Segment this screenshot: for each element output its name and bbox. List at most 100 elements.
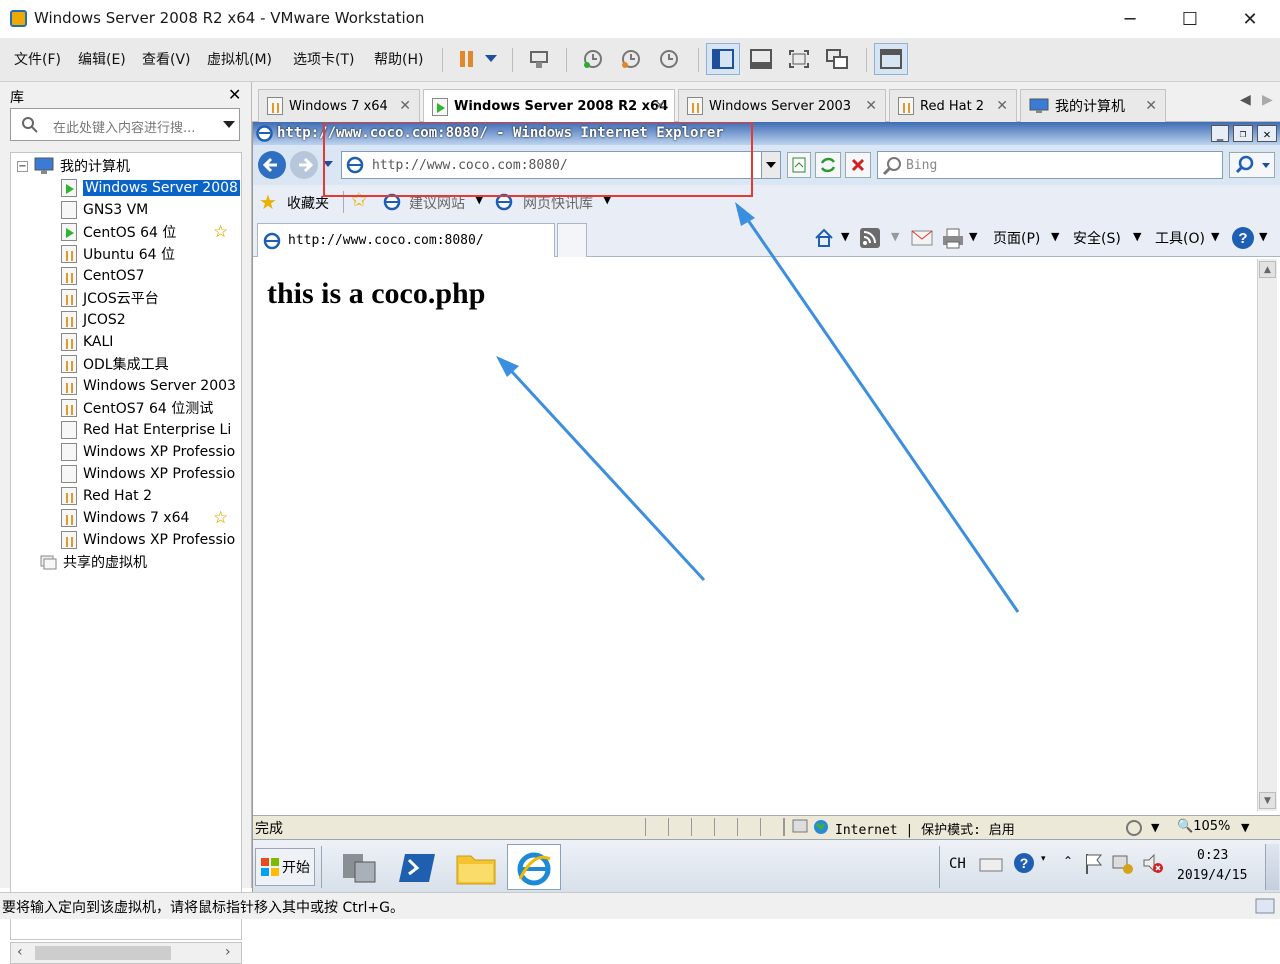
tab-windows-server-2003[interactable]: Windows Server 2003 ✕: [678, 89, 886, 122]
device-status-icon[interactable]: [1254, 895, 1276, 917]
snapshot-manager-icon[interactable]: [652, 43, 686, 75]
vm-tree-item-label: CentOS7 64 位测试: [83, 401, 214, 417]
vm-tree-item[interactable]: JCOS2: [61, 309, 126, 331]
tab-label: Windows Server 2003: [709, 98, 852, 114]
vm-running-icon: [61, 223, 77, 241]
vm-tree-item[interactable]: ODL集成工具: [61, 353, 169, 375]
scroll-left-icon[interactable]: ‹: [17, 944, 23, 960]
tab-close-icon[interactable]: ✕: [1145, 98, 1157, 114]
vm-icon: [898, 97, 914, 115]
tab-my-computer[interactable]: 我的计算机 ✕: [1020, 89, 1166, 122]
scrollbar-thumb[interactable]: [35, 946, 171, 960]
maximize-button[interactable]: ☐: [1160, 0, 1220, 38]
vm-tree-item-label: CentOS7: [83, 268, 145, 284]
tree-root-my-computer[interactable]: − 我的计算机: [17, 155, 130, 177]
vm-tree-item[interactable]: CentOS7: [61, 265, 145, 287]
scroll-right-icon[interactable]: ›: [225, 944, 231, 960]
annotation-overlay: [323, 122, 1020, 613]
vm-tree-item[interactable]: Ubuntu 64 位: [61, 243, 175, 265]
vm-tree-item-label: KALI: [83, 334, 114, 350]
tab-close-icon[interactable]: ✕: [399, 98, 411, 114]
tab-close-icon[interactable]: ✕: [654, 98, 666, 114]
vm-suspended-icon: [61, 267, 77, 285]
vm-tree-item-label: Red Hat 2: [83, 488, 153, 504]
vm-icon: [687, 97, 703, 115]
tab-label: Red Hat 2: [920, 98, 985, 114]
vm-suspended-icon: [61, 531, 77, 549]
vm-tree-item[interactable]: JCOS云平台: [61, 287, 159, 309]
vm-tree-item[interactable]: Windows 7 x64 ☆: [61, 507, 228, 529]
vm-suspended-icon: [61, 399, 77, 417]
fullscreen-icon[interactable]: [782, 43, 816, 75]
computer-icon: [34, 157, 54, 174]
console-view-icon[interactable]: [874, 43, 908, 75]
vm-tree-item-label: JCOS2: [83, 312, 126, 328]
vm-console[interactable]: http://www.coco.com:8080/ - Windows Inte…: [252, 122, 1280, 892]
vm-tree-item[interactable]: Windows XP Professio: [61, 529, 235, 551]
menu-tabs[interactable]: 选项卡(T): [293, 49, 354, 69]
vm-tree: − 我的计算机 Windows Server 2008 GNS3 VM CentOS…: [10, 152, 242, 940]
vm-tree-item[interactable]: Red Hat 2: [61, 485, 152, 507]
vm-tree-item[interactable]: Windows Server 2003: [61, 375, 236, 397]
vmware-status-bar: 要将输入定向到该虚拟机，请将鼠标指针移入其中或按 Ctrl+G。: [0, 892, 1280, 919]
vm-tree-item[interactable]: Windows Server 2008: [61, 177, 240, 199]
snapshot-take-icon[interactable]: [576, 43, 610, 75]
toolbar-separator: [566, 48, 567, 72]
tree-shared-vms[interactable]: 共享的虚拟机: [39, 551, 147, 573]
close-button[interactable]: ✕: [1220, 0, 1280, 38]
favorite-star-icon[interactable]: ☆: [213, 222, 228, 242]
menu-view[interactable]: 查看(V): [142, 49, 191, 69]
vm-off-icon: [61, 465, 77, 483]
tab-close-icon[interactable]: ✕: [996, 98, 1008, 114]
vm-tree-item[interactable]: Red Hat Enterprise Li: [61, 419, 231, 441]
thumbnail-bar-icon[interactable]: [744, 43, 778, 75]
vm-tree-item[interactable]: Windows XP Professio: [61, 441, 235, 463]
menu-file[interactable]: 文件(F): [14, 49, 61, 69]
tab-windows-7[interactable]: Windows 7 x64 ✕: [258, 89, 420, 122]
vmware-app-icon: [10, 10, 27, 27]
library-close-icon[interactable]: ✕: [228, 85, 241, 104]
minimize-button[interactable]: ─: [1100, 0, 1160, 38]
menu-edit[interactable]: 编辑(E): [78, 49, 126, 69]
annotation-arrow-shaft: [501, 360, 706, 582]
tab-label: Windows 7 x64: [289, 98, 388, 114]
vm-tree-item[interactable]: GNS3 VM: [61, 199, 148, 221]
vm-suspended-icon: [61, 487, 77, 505]
vm-tree-item[interactable]: CentOS7 64 位测试: [61, 397, 213, 419]
annotation-arrow-shaft: [739, 209, 1020, 613]
unity-icon[interactable]: [820, 43, 854, 75]
tab-windows-server-2008[interactable]: Windows Server 2008 R2 x64 ✕: [423, 89, 675, 123]
send-ctrl-alt-del-icon[interactable]: [522, 43, 556, 75]
tabs-scroll-right-icon[interactable]: ▶: [1262, 92, 1273, 108]
vm-tree-item[interactable]: Windows XP Professio: [61, 463, 235, 485]
tab-red-hat-2[interactable]: Red Hat 2 ✕: [889, 89, 1017, 122]
snapshot-revert-icon[interactable]: [614, 43, 648, 75]
vm-suspended-icon: [61, 377, 77, 395]
search-dropdown-icon[interactable]: [223, 121, 235, 129]
tabs-scroll-left-icon[interactable]: ◀: [1240, 92, 1251, 108]
favorite-star-icon[interactable]: ☆: [213, 508, 228, 528]
show-library-icon[interactable]: [706, 43, 740, 75]
vm-tree-item[interactable]: CentOS 64 位 ☆: [61, 221, 228, 243]
library-search-input[interactable]: 在此处键入内容进行搜...: [10, 108, 240, 141]
menu-vm[interactable]: 虚拟机(M): [207, 49, 272, 69]
pause-dropdown-icon[interactable]: [478, 43, 504, 75]
vm-off-icon: [61, 421, 77, 439]
library-horizontal-scrollbar[interactable]: ‹ ›: [10, 942, 242, 964]
vm-suspended-icon: [61, 245, 77, 263]
toolbar-separator: [698, 48, 699, 72]
collapse-icon[interactable]: −: [17, 160, 28, 172]
vm-suspended-icon: [61, 311, 77, 329]
vm-tab-strip: Windows 7 x64 ✕ Windows Server 2008 R2 x…: [252, 82, 1280, 123]
tab-close-icon[interactable]: ✕: [865, 98, 877, 114]
vm-tree-item[interactable]: KALI: [61, 331, 113, 353]
vm-tree-item-label: Windows XP Professio: [83, 466, 236, 482]
annotation-arrowhead: [735, 202, 755, 226]
shared-vms-label: 共享的虚拟机: [63, 555, 147, 571]
vm-tree-item-label: Ubuntu 64 位: [83, 247, 175, 263]
menu-bar: 文件(F) 编辑(E) 查看(V) 虚拟机(M) 选项卡(T) 帮助(H): [0, 38, 1280, 82]
vm-running-icon: [61, 179, 77, 197]
library-title: 库: [10, 90, 24, 106]
menu-help[interactable]: 帮助(H): [374, 49, 423, 69]
vm-tree-item-label: Windows Server 2008: [83, 180, 240, 196]
